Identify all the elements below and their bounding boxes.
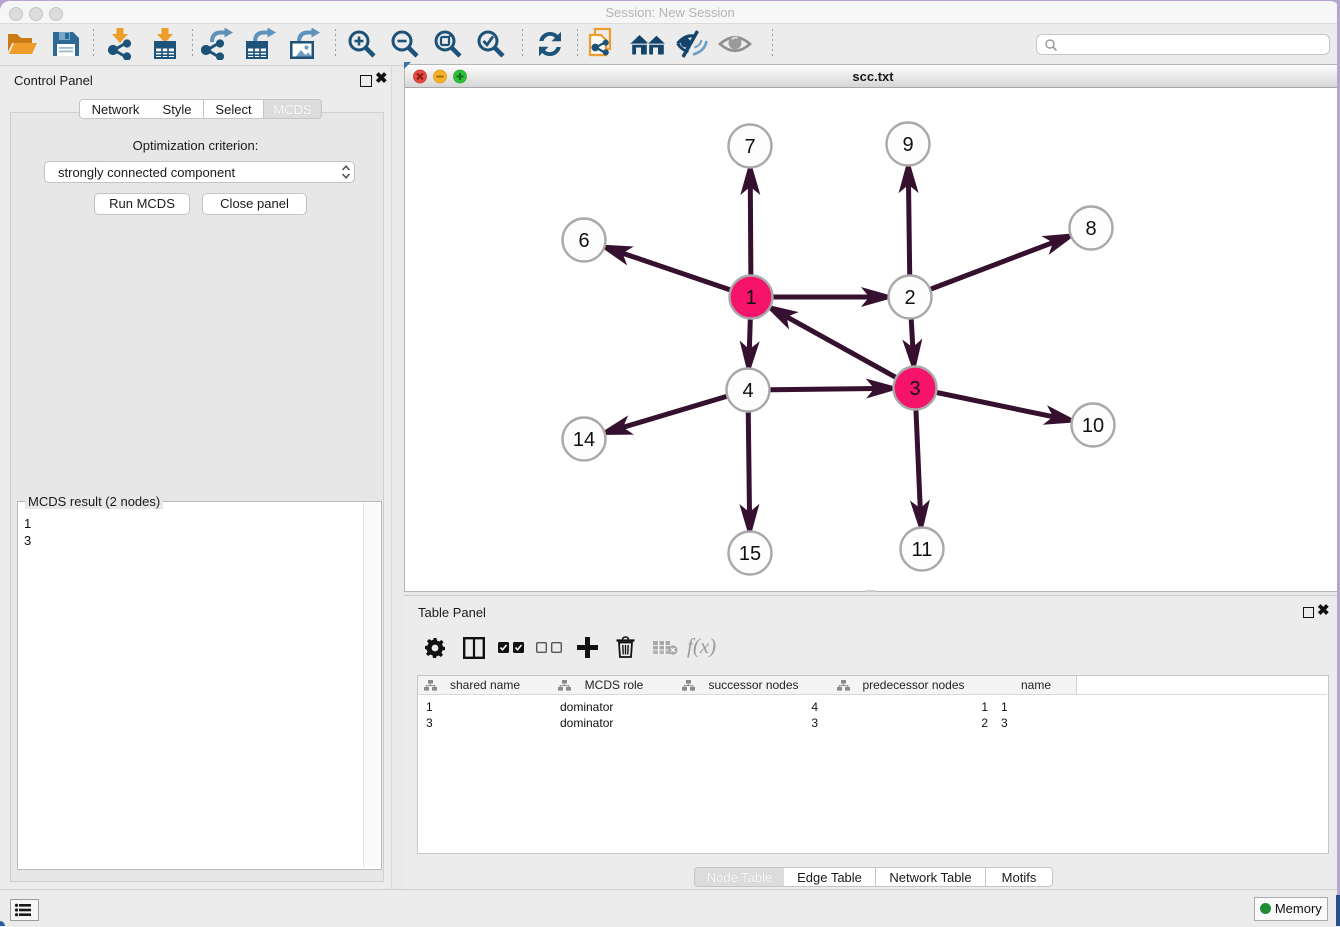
- svg-text:11: 11: [912, 539, 933, 561]
- svg-text:7: 7: [744, 136, 755, 158]
- svg-text:1: 1: [745, 287, 756, 309]
- svg-text:9: 9: [902, 134, 913, 156]
- svg-text:8: 8: [1085, 218, 1096, 240]
- svg-text:3: 3: [909, 378, 920, 400]
- svg-text:15: 15: [739, 543, 761, 565]
- svg-text:4: 4: [742, 380, 753, 402]
- svg-text:14: 14: [573, 429, 595, 451]
- svg-text:2: 2: [904, 287, 915, 309]
- svg-text:10: 10: [1082, 415, 1104, 437]
- svg-text:6: 6: [578, 230, 589, 252]
